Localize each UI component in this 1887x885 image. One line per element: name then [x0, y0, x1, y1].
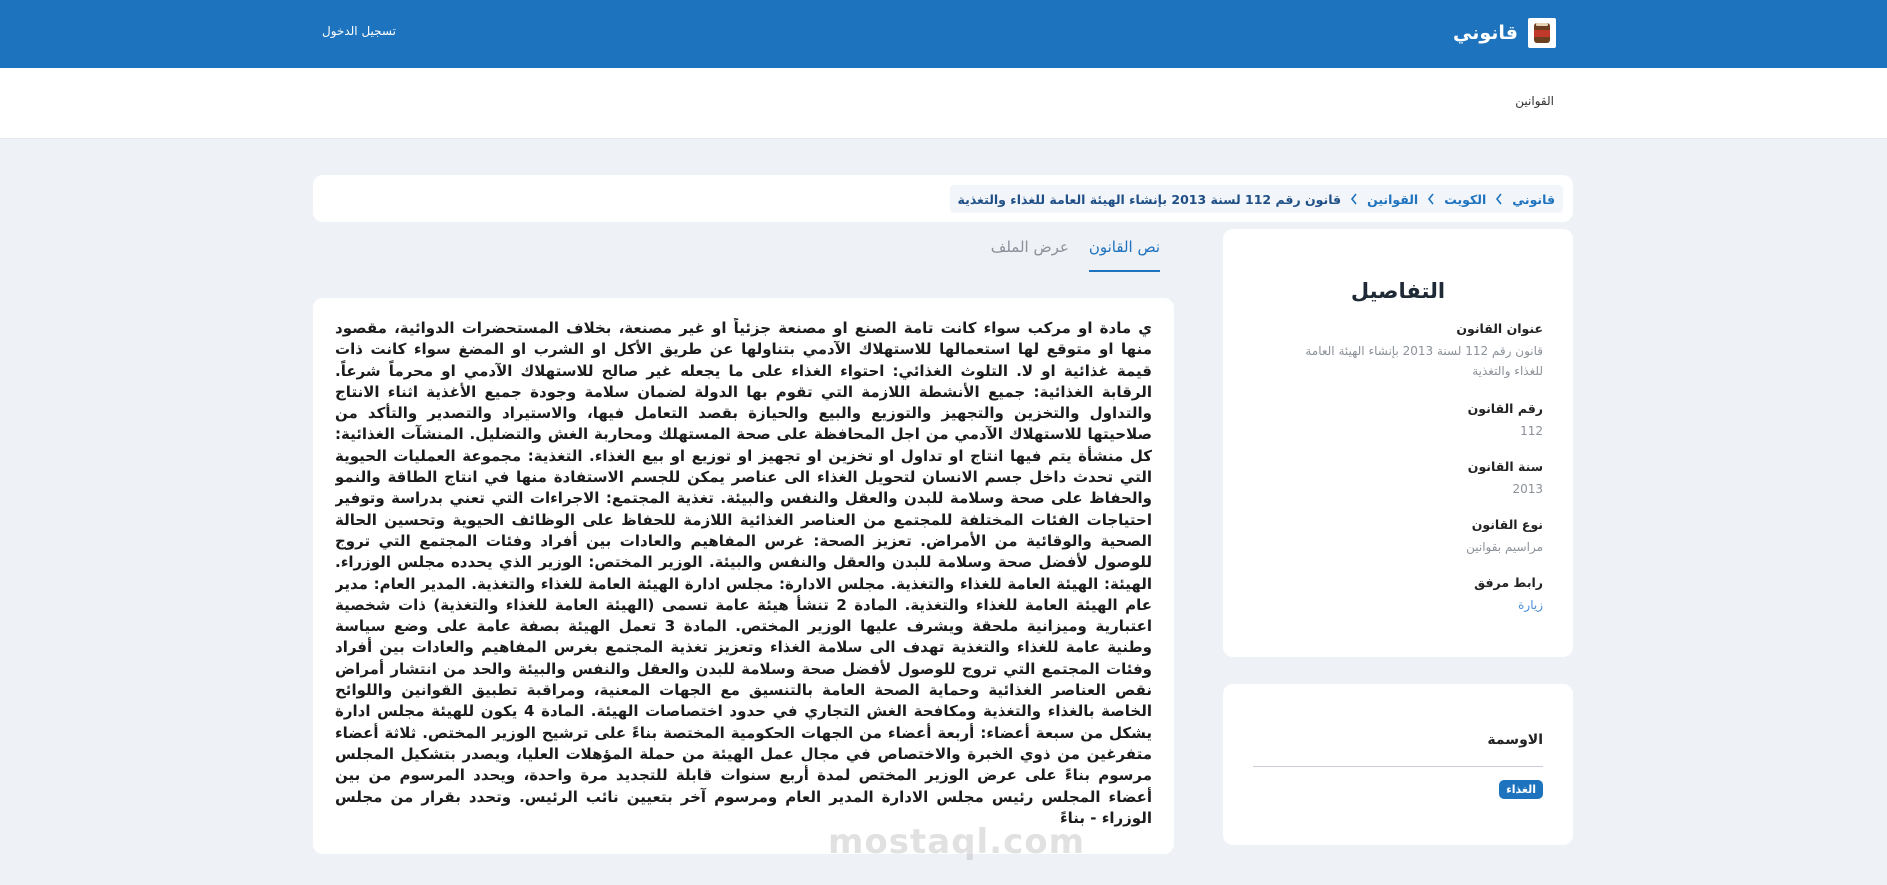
law-body-text: ي مادة او مركب سواء كانت تامة الصنع او م…: [335, 319, 1152, 827]
detail-law-title: عنوان القانون قانون رقم 112 لسنة 2013 بإ…: [1273, 321, 1543, 381]
brand[interactable]: قانوني: [1453, 17, 1556, 49]
tags-heading: الاوسمة: [1487, 732, 1543, 748]
detail-value: مراسيم بقوانين: [1466, 540, 1543, 554]
breadcrumb: قانوني الكويت القوانين قانون رقم 112 لسن…: [949, 185, 1563, 213]
detail-label: عنوان القانون: [1456, 321, 1543, 336]
detail-label: سنة القانون: [1467, 459, 1543, 474]
detail-value: 112: [1520, 424, 1543, 438]
breadcrumb-item-home[interactable]: قانوني: [1512, 192, 1555, 207]
detail-value: قانون رقم 112 لسنة 2013 بإنشاء الهيئة ال…: [1305, 344, 1543, 378]
chevron-left-icon: [1428, 193, 1434, 205]
nav-item-laws[interactable]: القوانين: [1515, 94, 1554, 108]
attachment-visit-link[interactable]: زيارة: [1273, 595, 1543, 615]
law-text-card: ي مادة او مركب سواء كانت تامة الصنع او م…: [313, 298, 1174, 854]
content-tabs: نص القانون عرض الملف: [960, 226, 1160, 274]
login-link[interactable]: تسجيل الدخول: [322, 24, 396, 38]
detail-attachment: رابط مرفق زيارة: [1273, 575, 1543, 615]
chevron-left-icon: [1496, 193, 1502, 205]
tab-view-file[interactable]: عرض الملف: [991, 226, 1069, 270]
detail-law-year: سنة القانون 2013: [1273, 459, 1543, 499]
brand-logo-icon: [1528, 18, 1556, 48]
tags-card: الاوسمة الغذاء: [1223, 684, 1573, 845]
top-navbar: قانوني تسجيل الدخول: [0, 0, 1887, 68]
details-heading: التفاصيل: [1350, 279, 1446, 303]
detail-value: 2013: [1512, 482, 1543, 496]
detail-law-type: نوع القانون مراسيم بقوانين: [1273, 517, 1543, 557]
detail-label: نوع القانون: [1471, 517, 1543, 532]
breadcrumb-item-current: قانون رقم 112 لسنة 2013 بإنشاء الهيئة ال…: [957, 191, 1342, 207]
tag-badge[interactable]: الغذاء: [1499, 780, 1543, 799]
detail-label: رابط مرفق: [1474, 575, 1543, 590]
breadcrumb-item-country[interactable]: الكويت: [1444, 192, 1486, 207]
detail-label: رقم القانون: [1467, 401, 1543, 416]
breadcrumb-item-laws[interactable]: القوانين: [1367, 192, 1418, 207]
watermark-text: mostaql.com: [828, 822, 1086, 862]
secondary-navbar: القوانين: [0, 68, 1887, 139]
tags-divider: [1253, 766, 1543, 767]
details-card: التفاصيل عنوان القانون قانون رقم 112 لسن…: [1223, 229, 1573, 657]
tab-law-text[interactable]: نص القانون: [1088, 226, 1160, 272]
chevron-left-icon: [1351, 193, 1357, 205]
brand-name: قانوني: [1453, 22, 1518, 44]
breadcrumb-card: قانوني الكويت القوانين قانون رقم 112 لسن…: [313, 175, 1573, 222]
detail-law-number: رقم القانون 112: [1273, 401, 1543, 441]
